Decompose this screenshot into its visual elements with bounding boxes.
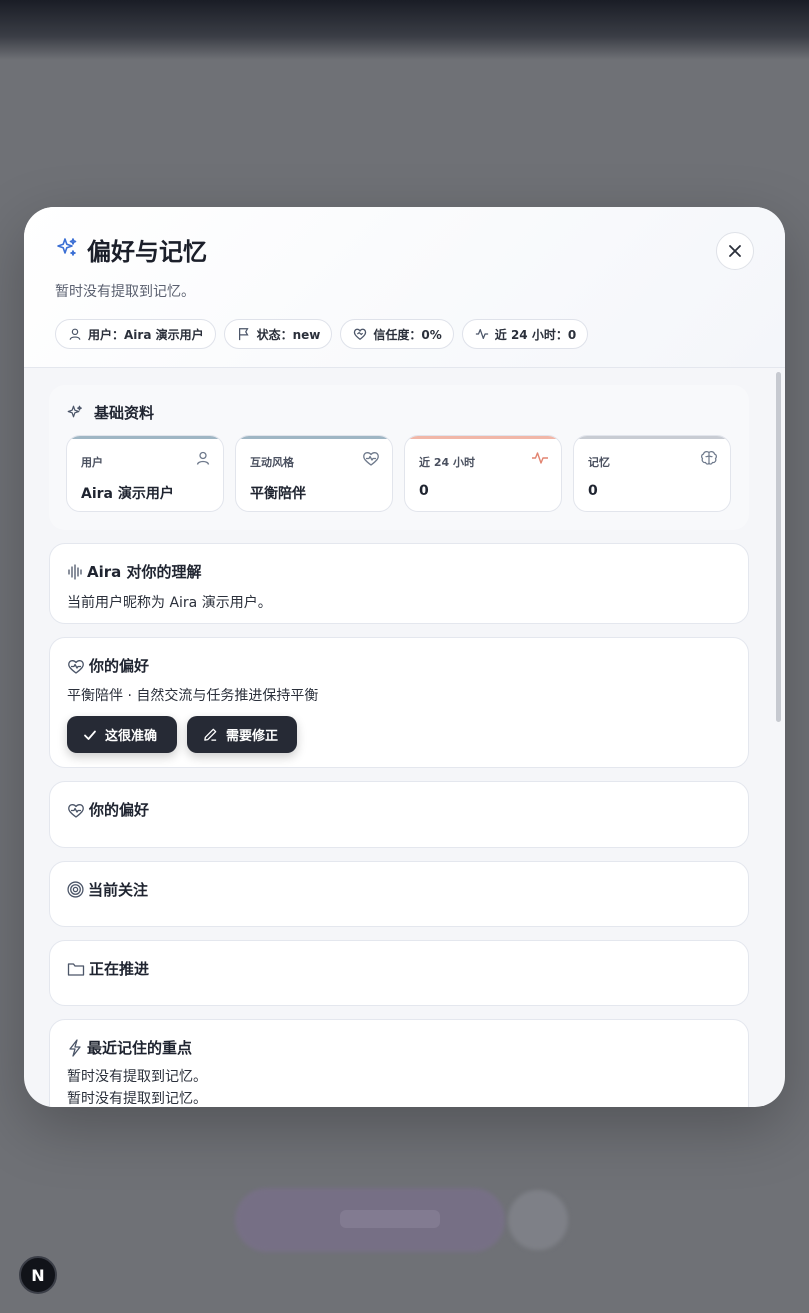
preference-card: 你的偏好 平衡陪伴 · 自然交流与任务推进保持平衡 这很准确 需要修正: [49, 637, 749, 768]
stat-value: 0: [419, 483, 429, 499]
understanding-title: Aira 对你的理解: [87, 563, 202, 581]
basic-info-title: 基础资料: [94, 404, 155, 422]
close-icon: [729, 245, 741, 257]
stat-accent-bar: [236, 436, 392, 439]
status-chips: 用户：Aira 演示用户 状态：new 信任度：0% 近 24 小时：0: [55, 319, 589, 349]
audio-lines-icon: [68, 563, 82, 580]
stat-label: 近 24 小时: [419, 456, 475, 469]
chip-recent-24h: 近 24 小时：0: [461, 319, 589, 349]
stat-label: 互动风格: [250, 456, 294, 469]
preference-title: 你的偏好: [89, 657, 150, 675]
modal-title: 偏好与记忆: [87, 238, 207, 266]
heart-pulse-icon: [68, 659, 84, 674]
in-progress-title: 正在推进: [89, 960, 150, 978]
stat-accent-bar: [574, 436, 730, 439]
target-icon: [67, 881, 84, 898]
background-pill-text: [340, 1210, 440, 1228]
heart-pulse-icon: [362, 450, 380, 470]
stat-accent-bar: [67, 436, 223, 439]
flag-icon: [238, 328, 249, 341]
preference2-title-row: 你的偏好: [67, 799, 149, 820]
folder-icon: [67, 962, 85, 976]
close-button[interactable]: [716, 232, 754, 270]
chip-user: 用户：Aira 演示用户: [55, 319, 216, 349]
pencil-icon: [204, 728, 217, 741]
dev-badge[interactable]: N: [19, 1256, 57, 1294]
app-top-bar: [0, 0, 809, 60]
stat-interaction-style: 互动风格 平衡陪伴: [235, 435, 393, 512]
title-row: 偏好与记忆: [55, 232, 207, 267]
stat-value: 0: [588, 483, 598, 499]
brain-icon: [700, 450, 718, 470]
needs-correction-button[interactable]: 需要修正: [187, 716, 297, 753]
recent-memory-title-row: 最近记住的重点: [67, 1037, 192, 1058]
chip-trust: 信任度：0%: [340, 319, 454, 349]
confirm-accurate-label: 这很准确: [105, 729, 158, 744]
chip-trust-label: 信任度：0%: [373, 327, 442, 342]
modal-scroll-area[interactable]: 基础资料 用户 Aira 演示用户 互动风格 平衡陪伴 近 24 小时 0 记忆…: [24, 368, 785, 1107]
modal-subtitle: 暂时没有提取到记忆。: [55, 284, 195, 300]
stat-recent-24h: 近 24 小时 0: [404, 435, 562, 512]
recent-memory-line: 暂时没有提取到记忆。: [67, 1091, 207, 1107]
needs-correction-label: 需要修正: [226, 729, 279, 744]
understanding-title-row: Aira 对你的理解: [67, 561, 202, 582]
recent-memory-card: 最近记住的重点 暂时没有提取到记忆。 暂时没有提取到记忆。: [49, 1019, 749, 1107]
stat-accent-bar: [405, 436, 561, 439]
chip-user-label: 用户：Aira 演示用户: [88, 327, 204, 342]
preference-card-2: 你的偏好: [49, 781, 749, 848]
in-progress-title-row: 正在推进: [67, 958, 149, 979]
basic-info-card: 基础资料 用户 Aira 演示用户 互动风格 平衡陪伴 近 24 小时 0 记忆…: [49, 385, 749, 530]
zap-icon: [69, 1038, 81, 1057]
chip-recent-label: 近 24 小时：0: [494, 327, 577, 342]
activity-icon: [475, 329, 488, 339]
stat-label: 用户: [81, 456, 103, 469]
understanding-card: Aira 对你的理解 当前用户昵称为 Aira 演示用户。: [49, 543, 749, 624]
stat-label: 记忆: [588, 456, 610, 469]
understanding-text: 当前用户昵称为 Aira 演示用户。: [67, 595, 272, 611]
preference2-title: 你的偏好: [89, 801, 150, 819]
activity-icon: [531, 450, 549, 470]
basic-stats: 用户 Aira 演示用户 互动风格 平衡陪伴 近 24 小时 0 记忆 0: [66, 435, 731, 512]
in-progress-card: 正在推进: [49, 940, 749, 1006]
heart-handshake-icon: [354, 328, 367, 341]
modal-header: 偏好与记忆 暂时没有提取到记忆。 用户：Aira 演示用户 状态：new 信任度…: [24, 207, 785, 368]
user-icon: [195, 450, 211, 470]
user-icon: [69, 328, 81, 340]
preference-title-row: 你的偏好: [67, 655, 149, 676]
recent-memory-title: 最近记住的重点: [87, 1039, 193, 1057]
preferences-memory-modal: 偏好与记忆 暂时没有提取到记忆。 用户：Aira 演示用户 状态：new 信任度…: [24, 207, 785, 1107]
sparkles-icon: [55, 236, 79, 264]
focus-title: 当前关注: [88, 881, 149, 899]
check-icon: [84, 730, 96, 740]
preference-text: 平衡陪伴 · 自然交流与任务推进保持平衡: [67, 688, 319, 704]
stat-value: Aira 演示用户: [81, 486, 174, 502]
recent-memory-line: 暂时没有提取到记忆。: [67, 1069, 207, 1085]
scrollbar-thumb[interactable]: [776, 372, 781, 722]
chip-status: 状态：new: [223, 319, 333, 349]
background-mic-button: [508, 1190, 568, 1250]
basic-info-title-row: 基础资料: [66, 402, 154, 423]
focus-card: 当前关注: [49, 861, 749, 927]
stat-user: 用户 Aira 演示用户: [66, 435, 224, 512]
chip-status-label: 状态：new: [256, 327, 321, 342]
sparkles-icon: [67, 405, 82, 417]
heart-pulse-icon: [68, 803, 84, 818]
confirm-accurate-button[interactable]: 这很准确: [67, 716, 177, 753]
stat-value: 平衡陪伴: [250, 486, 306, 502]
stat-memory: 记忆 0: [573, 435, 731, 512]
focus-title-row: 当前关注: [67, 879, 148, 900]
